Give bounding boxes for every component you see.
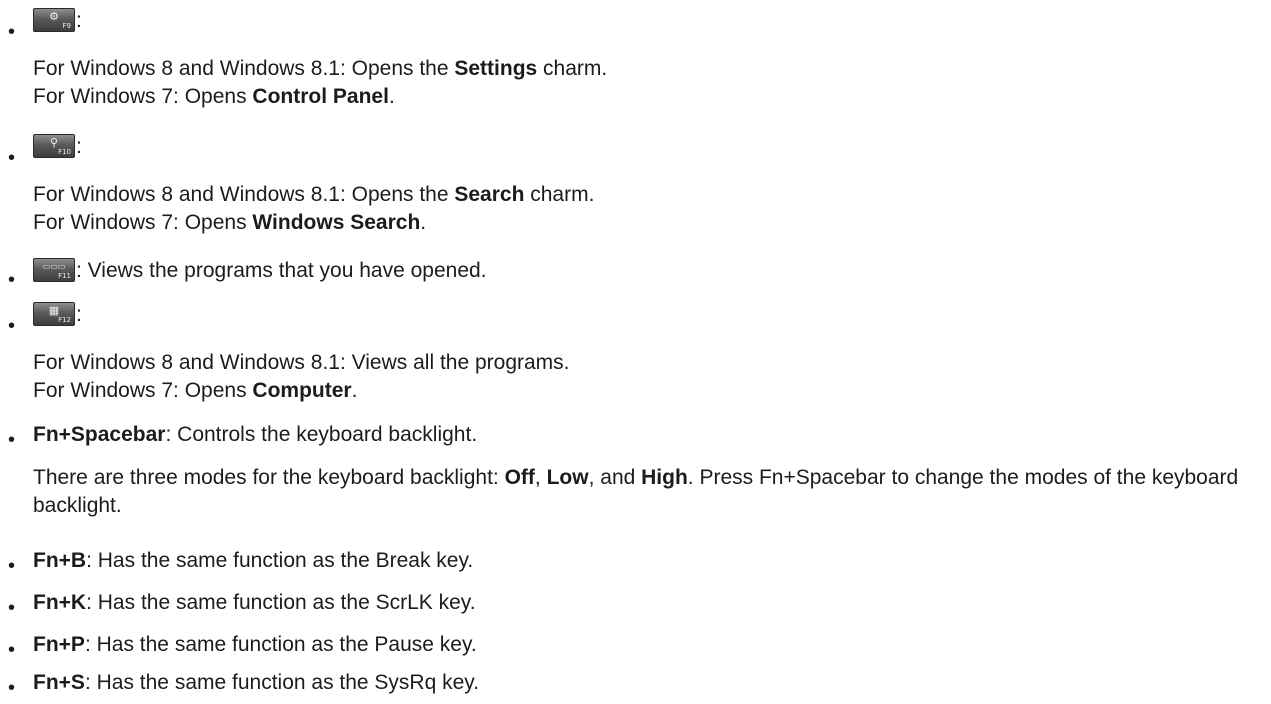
description-line: For Windows 7: Opens Control Panel. xyxy=(33,84,395,110)
bullet: • xyxy=(8,677,16,699)
shortcut-line: Fn+K: Has the same function as the ScrLK… xyxy=(33,590,476,616)
bullet: • xyxy=(8,147,16,169)
search-icon: ⚲ F10 xyxy=(33,134,75,158)
shortcut-key: Fn+S xyxy=(33,671,85,694)
colon: : xyxy=(76,135,82,158)
bullet: • xyxy=(8,269,16,291)
shortcut-line: Fn+Spacebar: Controls the keyboard backl… xyxy=(33,422,477,448)
shortcut-description: : Has the same function as the Break key… xyxy=(86,549,474,572)
gear-icon: ⚙ F9 xyxy=(33,8,75,32)
inline-description: : Views the programs that you have opene… xyxy=(76,259,487,282)
description-line: For Windows 8 and Windows 8.1: Views all… xyxy=(33,350,570,376)
mode-high: High xyxy=(641,466,688,489)
shortcut-line: Fn+B: Has the same function as the Break… xyxy=(33,548,473,574)
document-page: • ⚙ F9 : For Windows 8 and Windows 8.1: … xyxy=(0,0,1271,704)
text: For Windows 7: Opens xyxy=(33,211,253,234)
bold-term: Windows Search xyxy=(252,211,421,234)
description-line: For Windows 8 and Windows 8.1: Opens the… xyxy=(33,56,607,82)
key-row: ▦ F12 : xyxy=(33,302,82,326)
text: , xyxy=(534,466,547,489)
key-row: ⚙ F9 : xyxy=(33,8,82,32)
key-fn-label: F12 xyxy=(58,316,71,324)
backlight-paragraph: There are three modes for the keyboard b… xyxy=(33,464,1253,520)
shortcut-key: Fn+P xyxy=(33,633,85,656)
description-line: For Windows 7: Opens Windows Search. xyxy=(33,210,426,236)
text: For Windows 7: Opens xyxy=(33,379,253,402)
text: . xyxy=(388,85,395,108)
shortcut-key: Fn+K xyxy=(33,591,87,614)
bullet: • xyxy=(8,639,16,661)
bullet: • xyxy=(8,429,16,451)
bullet: • xyxy=(8,315,16,337)
bullet: • xyxy=(8,597,16,619)
shortcut-description: : Controls the keyboard backlight. xyxy=(165,423,478,446)
shortcut-description: : Has the same function as the Pause key… xyxy=(84,633,477,656)
bold-term: Search xyxy=(454,183,525,206)
key-row: ▭▭▭ F11 : Views the programs that you ha… xyxy=(33,258,487,282)
mode-low: Low xyxy=(546,466,589,489)
key-row: ⚲ F10 : xyxy=(33,134,82,158)
key-fn-label: F10 xyxy=(58,148,71,156)
text: . xyxy=(351,379,358,402)
key-fn-label: F11 xyxy=(58,272,71,280)
bold-term: Settings xyxy=(454,57,538,80)
text: For Windows 8 and Windows 8.1: Views all… xyxy=(33,351,570,374)
colon: : xyxy=(76,9,82,32)
bullet: • xyxy=(8,555,16,577)
text: For Windows 8 and Windows 8.1: Opens the xyxy=(33,57,455,80)
text: There are three modes for the keyboard b… xyxy=(33,466,505,489)
shortcut-line: Fn+S: Has the same function as the SysRq… xyxy=(33,670,479,696)
shortcut-key: Fn+Spacebar xyxy=(33,423,166,446)
bold-term: Control Panel xyxy=(252,85,389,108)
mode-off: Off xyxy=(504,466,535,489)
open-programs-icon: ▭▭▭ F11 xyxy=(33,258,75,282)
all-programs-icon: ▦ F12 xyxy=(33,302,75,326)
shortcut-description: : Has the same function as the ScrLK key… xyxy=(86,591,476,614)
text: For Windows 8 and Windows 8.1: Opens the xyxy=(33,183,455,206)
text: . xyxy=(420,211,427,234)
description-line: For Windows 8 and Windows 8.1: Opens the… xyxy=(33,182,594,208)
text: charm. xyxy=(524,183,595,206)
text: For Windows 7: Opens xyxy=(33,85,253,108)
description-line: For Windows 7: Opens Computer. xyxy=(33,378,357,404)
bullet: • xyxy=(8,21,16,43)
text: , and xyxy=(588,466,642,489)
text: charm. xyxy=(537,57,608,80)
key-fn-label: F9 xyxy=(62,22,71,30)
shortcut-key: Fn+B xyxy=(33,549,87,572)
shortcut-description: : Has the same function as the SysRq key… xyxy=(84,671,480,694)
colon: : xyxy=(76,303,82,326)
bold-term: Computer xyxy=(252,379,352,402)
shortcut-line: Fn+P: Has the same function as the Pause… xyxy=(33,632,477,658)
